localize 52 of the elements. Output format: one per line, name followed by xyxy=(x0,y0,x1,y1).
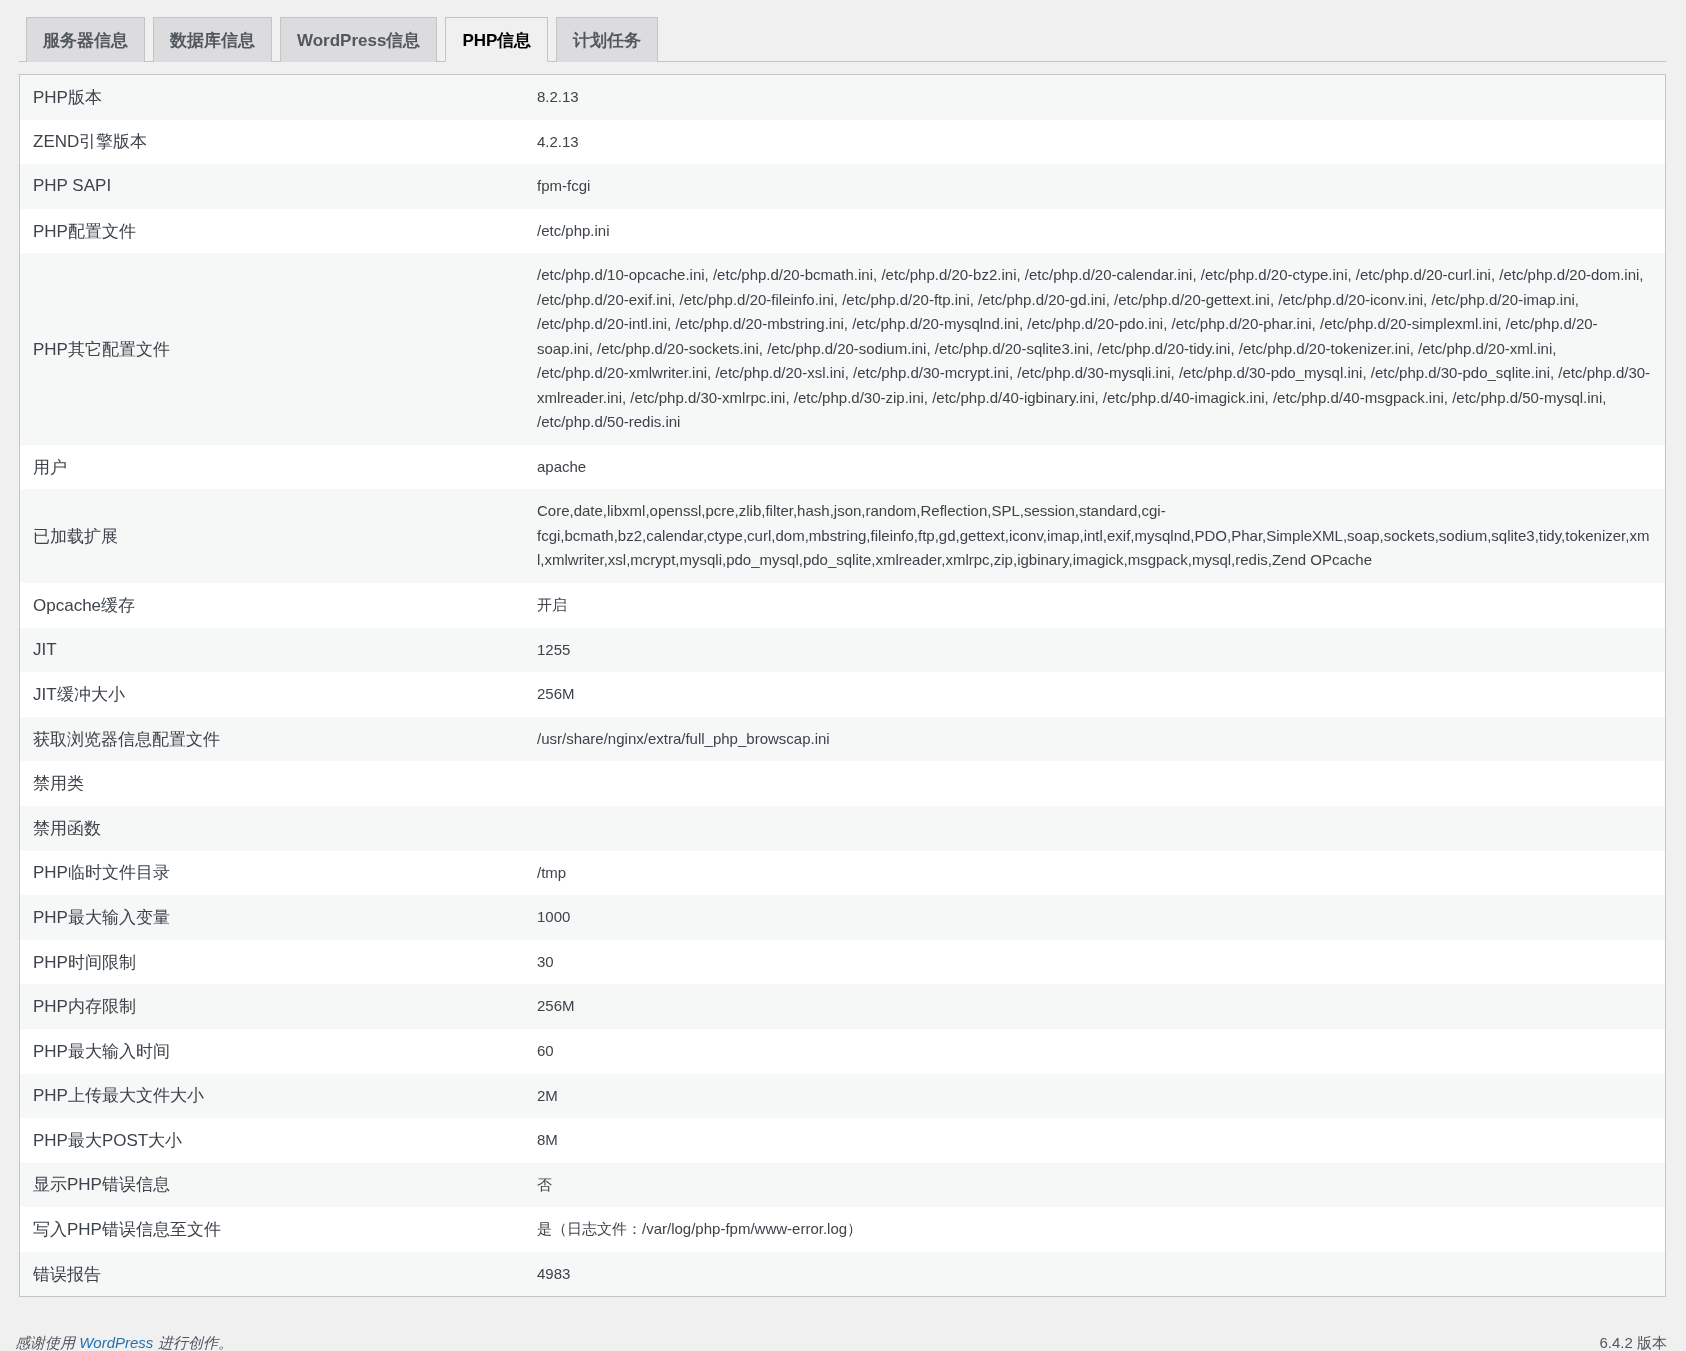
row-value: 256M xyxy=(537,996,576,1017)
tab[interactable]: 服务器信息 xyxy=(26,17,145,62)
row-value: apache xyxy=(537,456,588,477)
row-value: 30 xyxy=(537,951,555,972)
tab[interactable]: 计划任务 xyxy=(556,17,659,62)
row-value: 4983 xyxy=(537,1263,572,1284)
row-value: 1255 xyxy=(537,639,572,660)
row-value: 8.2.13 xyxy=(537,87,580,108)
row-value: fpm-fcgi xyxy=(537,176,592,197)
version-text: 6.4.2 版本 xyxy=(1599,1334,1667,1351)
row-label: PHP配置文件 xyxy=(32,220,137,243)
row-label: PHP上传最大文件大小 xyxy=(32,1085,205,1108)
tab[interactable]: WordPress信息 xyxy=(280,17,438,62)
row-label: PHP SAPI xyxy=(32,175,113,198)
row-label: PHP最大输入时间 xyxy=(32,1040,171,1063)
row-label: PHP其它配置文件 xyxy=(32,338,171,361)
row-value: 开启 xyxy=(537,595,568,615)
footer-credit: 感谢使用 WordPress 进行创作。 xyxy=(15,1334,233,1351)
tab[interactable]: 数据库信息 xyxy=(153,17,272,62)
row-label: 用户 xyxy=(32,456,68,479)
row-label: JIT xyxy=(32,638,58,661)
row-label: 显示PHP错误信息 xyxy=(32,1174,171,1197)
row-label: PHP最大POST大小 xyxy=(32,1129,184,1152)
row-label: 禁用函数 xyxy=(32,817,102,840)
row-value: /etc/php.ini xyxy=(537,220,611,241)
row-label: PHP临时文件目录 xyxy=(32,862,171,885)
row-label: PHP内存限制 xyxy=(32,996,137,1019)
row-label: ZEND引擎版本 xyxy=(32,131,149,154)
row-label: JIT缓冲大小 xyxy=(32,683,126,706)
row-value: 2M xyxy=(537,1085,559,1106)
row-value: 是（日志文件：/var/log/php-fpm/www-error.log） xyxy=(537,1219,864,1240)
tab[interactable]: PHP信息 xyxy=(445,17,549,62)
row-label: 写入PHP错误信息至文件 xyxy=(32,1219,222,1242)
row-label: 禁用类 xyxy=(32,773,85,796)
row-value: 60 xyxy=(537,1040,555,1061)
row-value: 否 xyxy=(537,1174,553,1195)
row-value: /etc/php.d/10-opcache.ini, /etc/php.d/20-bcmath.ini, /etc/php.d/20-bz2.ini, /etc/php.d/20-calendar.ini, /etc/php.d/20-ctype.ini, /etc/php.d/20-curl.ini, /etc/php.d/20-dom.ini, /etc/php.d/20-exif.ini, /etc/php.d/20-fileinfo.ini, /etc/php.d/20-ftp.ini, /etc/php.d/20-gd.ini, /etc/php.d/20-gettext.ini, /etc/php.d/20-iconv.ini, /etc/php.d/20-imap.ini, /etc/php.d/20-intl.ini, /etc/php.d/20-mbstring.ini, /etc/php.d/20-mysqlnd.ini, /etc/php.d/20-pdo.ini, /etc/php.d/20-phar.ini, /etc/php.d/20-simplexml.ini, /etc/php.d/20-soap.ini, /etc/php.d/20-sockets.ini, /etc/php.d/20-sodium.ini, /etc/php.d/20-sqlite3.ini, /etc/php.d/20-tidy.ini, /etc/php.d/20-tokenizer.ini, /etc/php.d/20-xml.ini, /etc/php.d/20-xmlwriter.ini, /etc/php.d/20-xsl.ini, /etc/php.d/30-mcrypt.ini, /etc/php.d/30-mysqli.ini, /etc/php.d/30-pdo_mysql.ini, /etc/php.d/30-pdo_sqlite.ini, /etc/php.d/30-xmlreader.ini, /etc/php.d/30-xmlrpc.ini, /etc/php.d/30-zip.ini, /etc/php.d/40-igbinary.ini, /etc/php.d/40-imagick.ini, /etc/php.d/40-msgpack.ini, /etc/php.d/50-mysql.ini, /etc/php.d/50-redis.ini xyxy=(537,265,1652,433)
row-value: /tmp xyxy=(537,862,568,883)
row-label: PHP最大输入变量 xyxy=(32,906,171,929)
wordpress-link[interactable]: WordPress xyxy=(79,1334,154,1351)
row-label: PHP时间限制 xyxy=(32,951,137,974)
row-label: 获取浏览器信息配置文件 xyxy=(32,728,221,751)
row-value: Core,date,libxml,openssl,pcre,zlib,filter,hash,json,random,Reflection,SPL,session,standard,cgi-fcgi,bcmath,bz2,calendar,ctype,curl,dom,mbstring,fileinfo,ftp,gd,gettext,iconv,imap,intl,exif,mysqlnd,PDO,Phar,SimpleXML,soap,sockets,sodium,sqlite3,tidy,tokenizer,xml,xmlwriter,xsl,mcrypt,mysqli,pdo_mysql,pdo_sqlite,xmlreader,xmlrpc,zip,igbinary,imagick,msgpack,mysql,redis,Zend OPcache xyxy=(537,501,1651,571)
row-value: 256M xyxy=(537,684,576,705)
row-label: 错误报告 xyxy=(32,1263,102,1286)
row-value: /usr/share/nginx/extra/full_php_browscap.ini xyxy=(537,728,831,749)
row-label: PHP版本 xyxy=(32,86,103,109)
row-value: 4.2.13 xyxy=(537,131,580,152)
row-value: 1000 xyxy=(537,907,572,928)
row-label: Opcache缓存 xyxy=(32,594,137,617)
row-label: 已加载扩展 xyxy=(32,525,119,548)
row-value: 8M xyxy=(537,1130,559,1151)
